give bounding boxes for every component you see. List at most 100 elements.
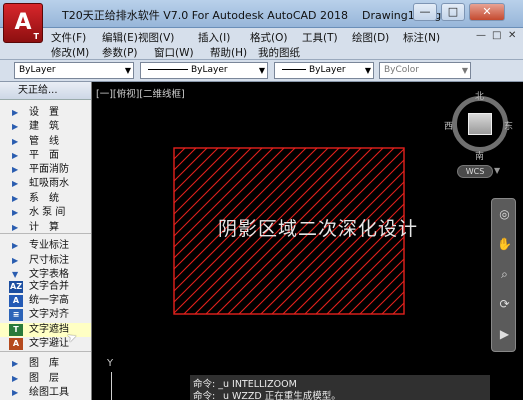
collapsed-arrow-icon: ▶ xyxy=(12,194,19,203)
mdi-close-button[interactable]: ✕ xyxy=(508,30,516,41)
collapsed-arrow-icon: ▶ xyxy=(12,179,19,188)
panel-item-label: 图 库 xyxy=(29,358,59,369)
panel-item-16[interactable]: T 文字遮挡 xyxy=(0,323,91,337)
plotstyle-combo[interactable]: ByColor ▼ xyxy=(379,62,471,79)
panel-item-3[interactable]: ▶ 管 线 xyxy=(0,135,91,149)
chevron-down-icon[interactable]: ▼ xyxy=(494,166,500,175)
wcs-menu[interactable]: WCS xyxy=(457,165,493,178)
linetype-combo[interactable]: ByLayer ▼ xyxy=(140,62,268,79)
close-button[interactable]: ✕ xyxy=(469,3,505,21)
panel-item-18[interactable]: ▶ 图 库 xyxy=(0,357,91,371)
orbit-icon[interactable]: ⟳ xyxy=(495,295,514,314)
collapsed-arrow-icon: ▶ xyxy=(12,241,19,250)
lineweight-combo[interactable]: ByLayer ▼ xyxy=(274,62,374,79)
layer-color-value: ByLayer xyxy=(19,65,56,75)
chevron-down-icon: ▼ xyxy=(124,66,131,75)
chevron-down-icon: ▼ xyxy=(258,66,265,75)
menu-2[interactable]: 编辑(E) xyxy=(102,30,138,45)
chevron-down-icon: ▼ xyxy=(461,66,468,75)
menu-1[interactable]: 文件(F) xyxy=(51,30,86,45)
panel-item-14[interactable]: A 统一字高 xyxy=(0,294,91,308)
autocad-app-logo[interactable]: AT xyxy=(3,3,43,43)
layer-color-combo[interactable]: ByLayer ▼ xyxy=(14,62,134,79)
ucs-y-axis xyxy=(111,372,112,400)
panel-separator xyxy=(0,351,91,352)
maximize-button[interactable]: □ xyxy=(441,3,465,21)
panel-item-label: 文字对齐 xyxy=(29,309,69,320)
compass-east[interactable]: 东 xyxy=(504,119,513,132)
panel-item-10[interactable]: ▶ 专业标注 xyxy=(0,239,91,253)
mdi-restore-button[interactable]: □ xyxy=(492,30,501,41)
panel-item-label: 平面消防 xyxy=(29,164,69,175)
collapsed-arrow-icon: ▶ xyxy=(12,388,19,397)
menu-7[interactable]: 绘图(D) xyxy=(352,30,389,45)
zoom-icon[interactable]: ⌕ xyxy=(495,265,514,284)
plotstyle-value: ByColor xyxy=(384,65,419,75)
panel-item-8[interactable]: ▶ 水 泵 间 xyxy=(0,206,91,220)
viewcube-top-face[interactable] xyxy=(468,113,492,135)
logo-sub: T xyxy=(33,32,39,41)
panel-item-4[interactable]: ▶ 平 面 xyxy=(0,149,91,163)
collapsed-arrow-icon: ▶ xyxy=(12,359,19,368)
zone-text[interactable]: 阴影区域二次深化设计 xyxy=(218,214,418,241)
panel-item-label: 统一字高 xyxy=(29,295,69,306)
minimize-button[interactable]: — xyxy=(413,3,437,21)
panel-item-6[interactable]: ▶ 虹吸雨水 xyxy=(0,177,91,191)
collapsed-arrow-icon: ▶ xyxy=(12,208,19,217)
lineweight-value: ByLayer xyxy=(309,65,346,75)
full-navigation-wheel-icon[interactable]: ◎ xyxy=(495,205,514,224)
panel-item-label: 管 线 xyxy=(29,136,59,147)
menu-row2-1[interactable]: 修改(M) xyxy=(51,45,89,60)
menu-row2-4[interactable]: 帮助(H) xyxy=(210,45,247,60)
text-tool-icon: ≡ xyxy=(9,309,23,321)
menu-row2-3[interactable]: 窗口(W) xyxy=(154,45,194,60)
collapsed-arrow-icon: ▶ xyxy=(12,122,19,131)
menu-row2-5[interactable]: 我的图纸 xyxy=(258,45,300,60)
viewcube[interactable]: 北 南 东 西 xyxy=(444,89,514,162)
pan-icon[interactable]: ✋ xyxy=(495,235,514,254)
menu-row2-2[interactable]: 参数(P) xyxy=(102,45,138,60)
panel-item-20[interactable]: ▶ 绘图工具 xyxy=(0,386,91,400)
collapsed-arrow-icon: ▶ xyxy=(12,151,19,160)
menu-4[interactable]: 插入(I) xyxy=(198,30,230,45)
panel-item-7[interactable]: ▶ 系 统 xyxy=(0,192,91,206)
panel-item-19[interactable]: ▶ 图 层 xyxy=(0,372,91,386)
collapsed-arrow-icon: ▶ xyxy=(12,374,19,383)
panel-item-13[interactable]: AZ 文字合并 xyxy=(0,280,91,294)
panel-item-label: 虹吸雨水 xyxy=(29,178,69,189)
collapsed-arrow-icon: ▶ xyxy=(12,256,19,265)
navigation-bar: ◎ ✋ ⌕ ⟳ ▶ xyxy=(491,198,516,352)
chevron-down-icon: ▼ xyxy=(364,66,371,75)
menu-6[interactable]: 工具(T) xyxy=(302,30,338,45)
mdi-minimize-button[interactable]: — xyxy=(476,30,486,41)
command-history: 命令: _u INTELLIZOOM 命令: _u WZZD 正在重生成模型。 xyxy=(190,375,490,400)
title-bar: AT T20天正给排水软件 V7.0 For Autodesk AutoCAD … xyxy=(0,0,523,43)
panel-item-label: 专业标注 xyxy=(29,240,69,251)
panel-item-label: 图 层 xyxy=(29,373,59,384)
app-title: T20天正给排水软件 V7.0 For Autodesk AutoCAD 201… xyxy=(62,9,349,22)
menu-5[interactable]: 格式(O) xyxy=(250,30,287,45)
panel-item-15[interactable]: ≡ 文字对齐 xyxy=(0,308,91,322)
properties-toolbar: ByLayer ▼ ByLayer ▼ ByLayer ▼ ByColor ▼ xyxy=(0,60,523,82)
drawing-viewport[interactable]: [一][俯视][二维线框] 阴影区域二次深化设计 北 南 东 西 WCS ▼ ◎… xyxy=(93,82,523,400)
menu-3[interactable]: 视图(V) xyxy=(138,30,174,45)
showmotion-icon[interactable]: ▶ xyxy=(495,325,514,344)
panel-title[interactable]: 天正给... xyxy=(0,82,91,100)
text-tool-icon: A xyxy=(9,338,23,350)
compass-north[interactable]: 北 xyxy=(475,89,484,102)
text-tool-icon: A xyxy=(9,295,23,307)
compass-south[interactable]: 南 xyxy=(475,149,484,162)
menu-8[interactable]: 标注(N) xyxy=(403,30,440,45)
panel-item-label: 文字遮挡 xyxy=(29,324,69,335)
compass-west[interactable]: 西 xyxy=(444,119,453,132)
panel-item-label: 绘图工具 xyxy=(29,387,69,398)
panel-item-label: 平 面 xyxy=(29,150,59,161)
panel-item-label: 系 统 xyxy=(29,193,59,204)
panel-item-1[interactable]: ▶ 设 置 xyxy=(0,106,91,120)
panel-item-2[interactable]: ▶ 建 筑 xyxy=(0,120,91,134)
logo-letter: A xyxy=(14,10,32,35)
panel-item-5[interactable]: ▶ 平面消防 xyxy=(0,163,91,177)
panel-item-label: 设 置 xyxy=(29,107,59,118)
panel-item-label: 尺寸标注 xyxy=(29,255,69,266)
panel-item-11[interactable]: ▶ 尺寸标注 xyxy=(0,254,91,268)
